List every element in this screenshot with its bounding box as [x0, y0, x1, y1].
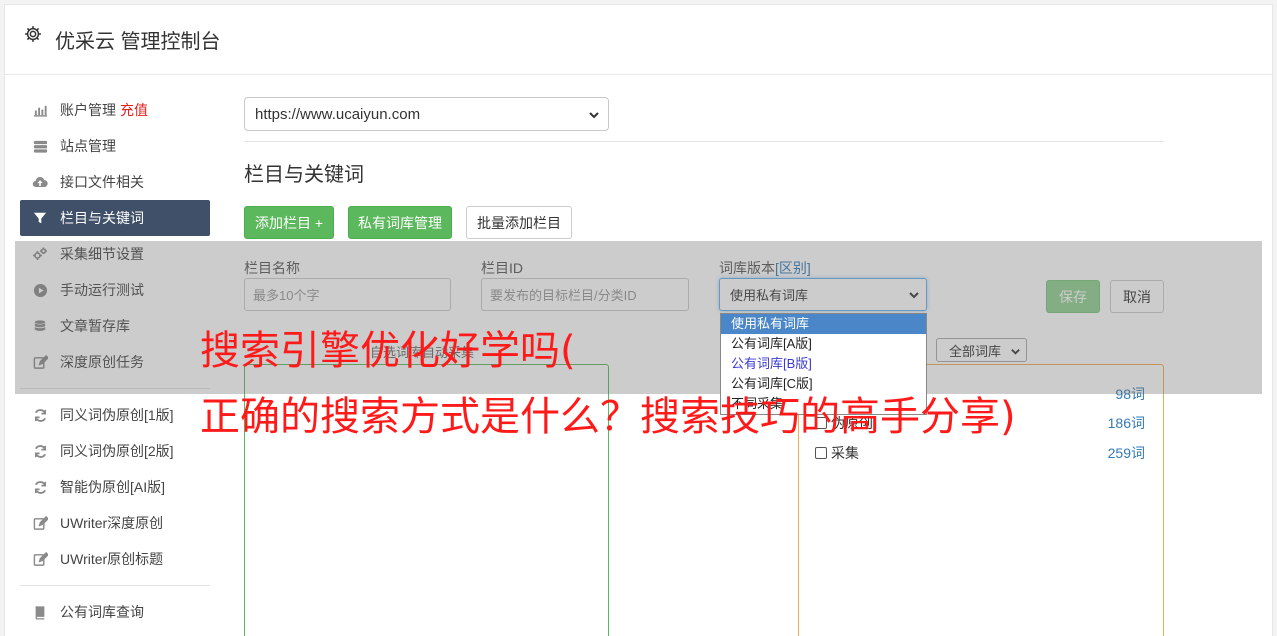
sidebar-item-label: 深度原创任务 [60, 354, 144, 370]
sidebar-item-label: 栏目与关键词 [60, 210, 144, 226]
gear-icon [23, 24, 45, 46]
sidebar-item-label: UWriter深度原创 [60, 515, 164, 531]
dropdown-option[interactable]: 公有词库[B版] [721, 354, 926, 374]
chevron-down-icon [588, 108, 600, 120]
lib-version-value: 使用私有词库 [730, 288, 809, 303]
add-column-button[interactable]: 添加栏目 + [244, 206, 334, 239]
server-icon [32, 138, 48, 154]
lib-name: 采集 [831, 445, 859, 461]
column-id-label: 栏目ID [481, 260, 523, 276]
edit-icon [32, 354, 48, 370]
sidebar-item-uwriter-deep[interactable]: UWriter深度原创 [20, 505, 210, 541]
sidebar-item-label: 手动运行测试 [60, 282, 144, 298]
sidebar-item-ai-rewrite[interactable]: 智能伪原创[AI版] [20, 469, 210, 505]
sidebar-divider [20, 388, 210, 389]
chevron-down-icon [1010, 345, 1021, 356]
page-title: 优采云 管理控制台 [55, 31, 221, 53]
sidebar-item-label: 智能伪原创[AI版] [60, 479, 166, 495]
sidebar-item-label: 文章暂存库 [60, 318, 130, 334]
column-name-label: 栏目名称 [244, 260, 300, 276]
sidebar-item-label: 账户管理 [60, 102, 116, 118]
site-select[interactable]: https://www.ucaiyun.com [244, 97, 609, 131]
book-icon [32, 604, 48, 620]
bar-chart-icon [32, 102, 48, 118]
lib-count: 259词 [1107, 445, 1145, 461]
save-button[interactable]: 保存 [1046, 280, 1100, 313]
sidebar-item-label: 接口文件相关 [60, 174, 144, 190]
lib-version-diff-link[interactable]: [区别] [775, 260, 811, 276]
section-title: 栏目与关键词 [244, 164, 364, 186]
sidebar-item-label: 同义词伪原创[2版] [60, 443, 174, 459]
filter-icon [32, 210, 48, 226]
console-header: 优采云 管理控制台 [5, 5, 1272, 75]
column-name-input[interactable]: 最多10个字 [244, 278, 451, 311]
refresh-icon [32, 443, 48, 459]
sidebar-item-label: 站点管理 [60, 138, 116, 154]
private-lib-button[interactable]: 私有词库管理 [348, 206, 452, 239]
lib-count: 98词 [1115, 386, 1145, 402]
divider [244, 141, 1164, 142]
lib-row[interactable]: 采集 [815, 443, 859, 463]
sidebar-divider [20, 585, 210, 586]
sidebar-item-columns[interactable]: 栏目与关键词 [20, 200, 210, 236]
sidebar-nav: 账户管理 充值 站点管理 接口文件相关 栏目与关键词 采集细节设置 手动运行测试… [20, 92, 210, 630]
sidebar-item-interface[interactable]: 接口文件相关 [20, 164, 210, 200]
cancel-button[interactable]: 取消 [1110, 280, 1164, 313]
recharge-link[interactable]: 充值 [120, 100, 148, 120]
lib-checkbox[interactable] [815, 447, 827, 459]
lib-filter-value: 全部词库 [949, 343, 1002, 359]
sidebar-item-synonym-v1[interactable]: 同义词伪原创[1版] [20, 397, 210, 433]
sidebar-item-label: 同义词伪原创[1版] [60, 407, 174, 423]
sidebar-item-label: UWriter原创标题 [60, 551, 164, 567]
sidebar-item-account[interactable]: 账户管理 充值 [20, 92, 210, 128]
database-icon [32, 318, 48, 334]
watermark-line-2: 正确的搜索方式是什么？搜索技巧的高手分享) [200, 394, 1016, 440]
cloud-upload-icon [32, 174, 48, 190]
dropdown-option[interactable]: 公有词库[A版] [721, 334, 926, 354]
edit-icon [32, 515, 48, 531]
lib-version-label-text: 词库版本 [719, 260, 775, 276]
sidebar-item-article-store[interactable]: 文章暂存库 [20, 308, 210, 344]
sidebar-item-label: 公有词库查询 [60, 604, 144, 620]
sidebar-item-deep-original[interactable]: 深度原创任务 [20, 344, 210, 380]
lib-version-label: 词库版本[区别] [719, 258, 811, 278]
dropdown-option[interactable]: 使用私有词库 [721, 314, 926, 334]
gears-icon [32, 246, 48, 262]
batch-add-button[interactable]: 批量添加栏目 [466, 206, 572, 239]
sidebar-item-uwriter-title[interactable]: UWriter原创标题 [20, 541, 210, 577]
sidebar-item-synonym-v2[interactable]: 同义词伪原创[2版] [20, 433, 210, 469]
refresh-icon [32, 479, 48, 495]
edit-icon [32, 551, 48, 567]
sidebar-item-sites[interactable]: 站点管理 [20, 128, 210, 164]
sidebar-item-collect-settings[interactable]: 采集细节设置 [20, 236, 210, 272]
sidebar-item-label: 采集细节设置 [60, 246, 144, 262]
site-select-value: https://www.ucaiyun.com [255, 105, 421, 123]
chevron-down-icon [908, 289, 920, 301]
lib-count: 186词 [1107, 415, 1145, 431]
sidebar-item-manual-run[interactable]: 手动运行测试 [20, 272, 210, 308]
lib-version-select[interactable]: 使用私有词库 [719, 278, 927, 311]
play-circle-icon [32, 282, 48, 298]
column-id-input[interactable]: 要发布的目标栏目/分类ID [481, 278, 689, 311]
lib-filter-select[interactable]: 全部词库 [936, 338, 1027, 362]
refresh-icon [32, 407, 48, 423]
watermark-line-1: 搜索引擎优化好学吗( [200, 328, 576, 374]
sidebar-item-public-lib[interactable]: 公有词库查询 [20, 594, 210, 630]
